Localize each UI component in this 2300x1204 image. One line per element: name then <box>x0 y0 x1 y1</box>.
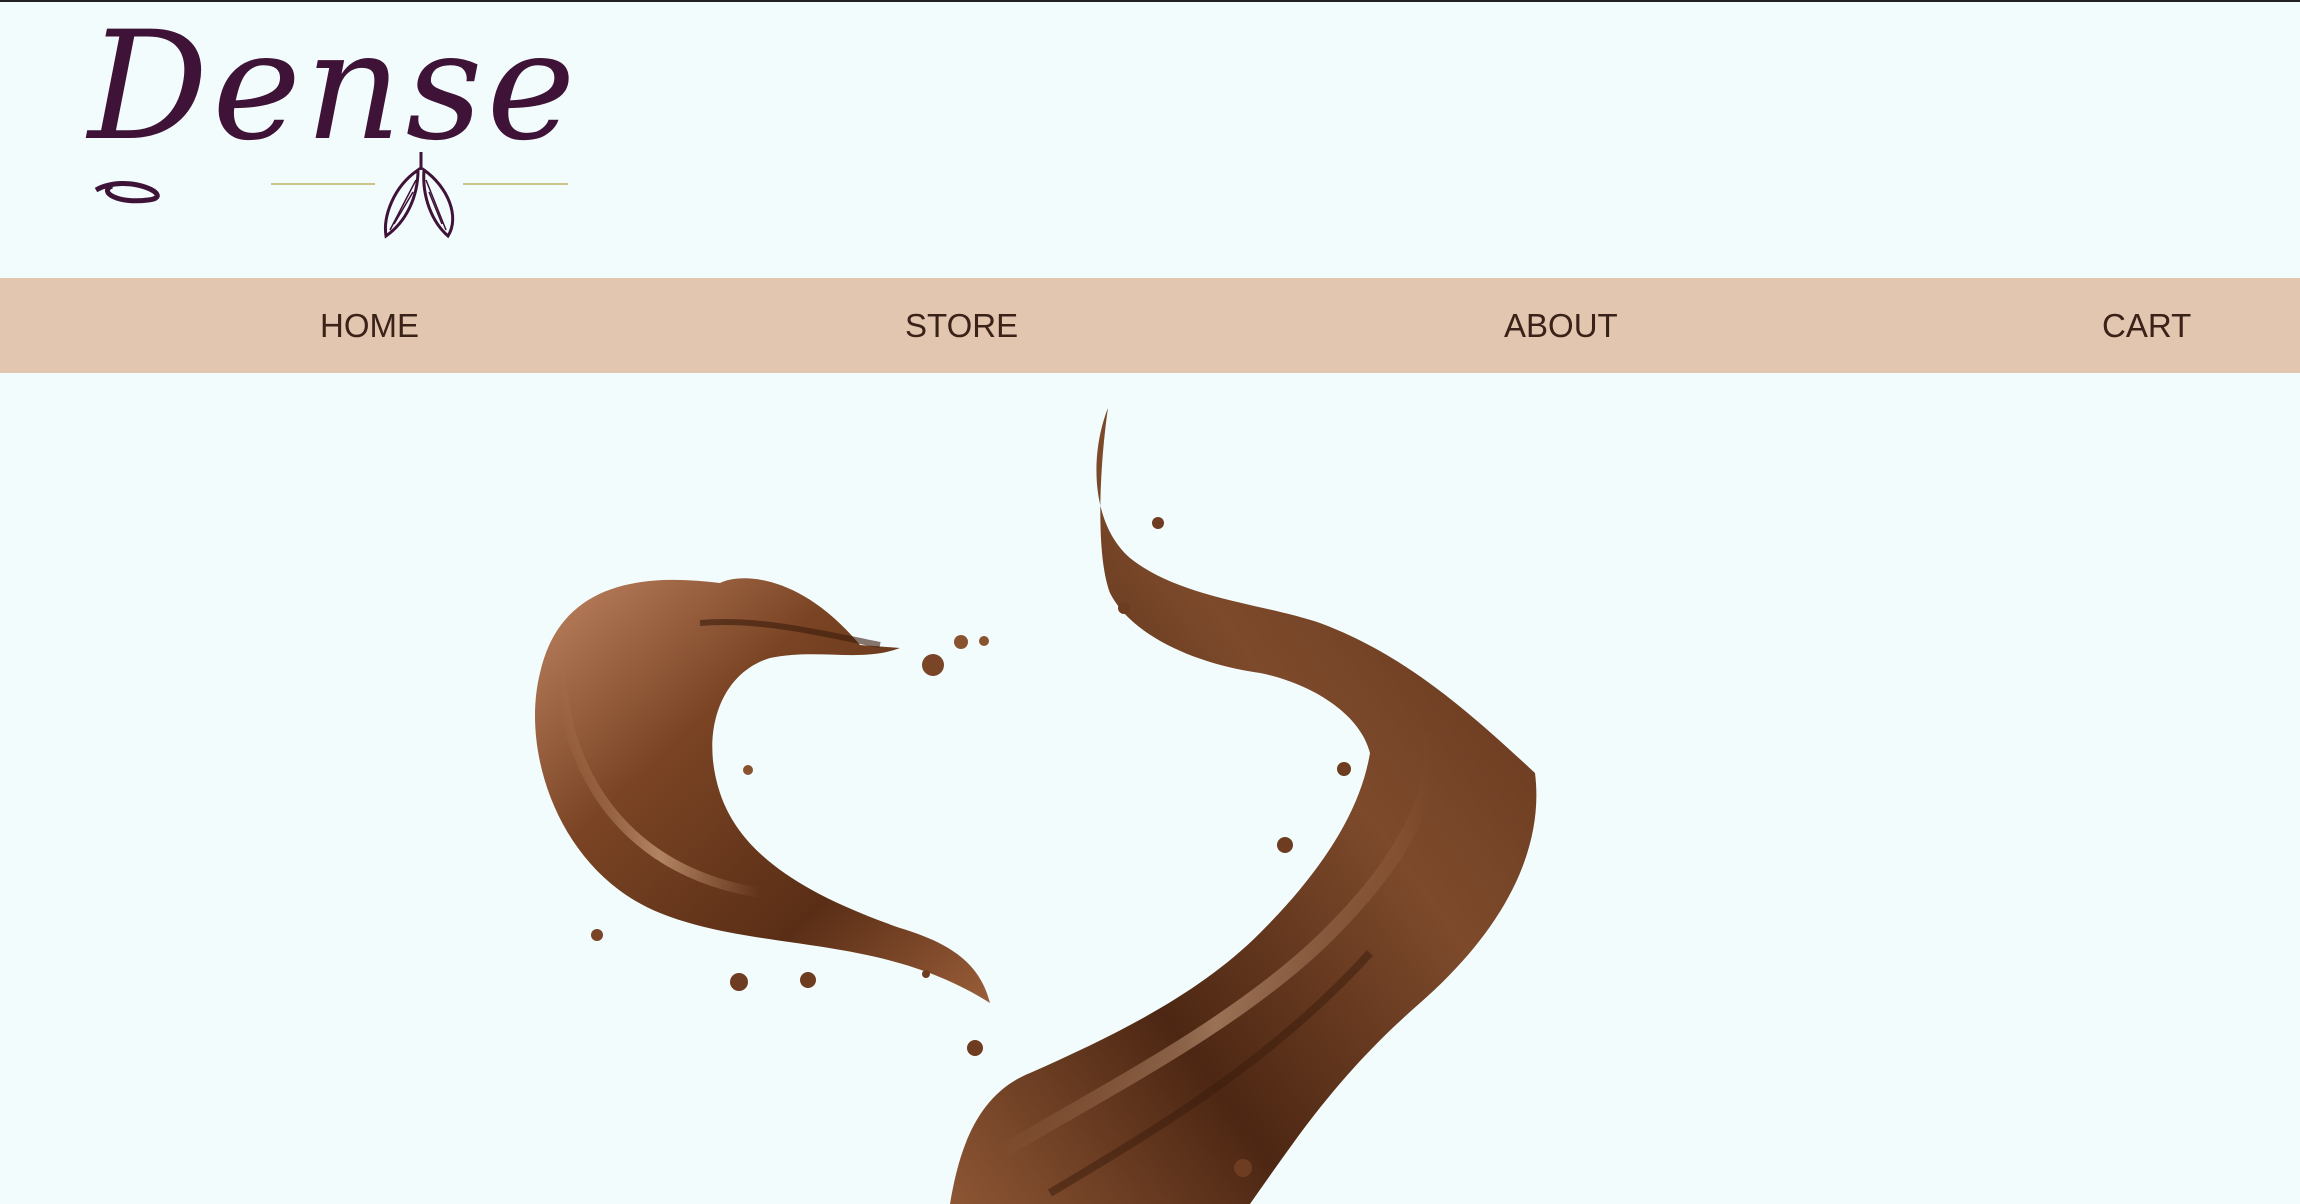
nav-store-link[interactable]: STORE <box>905 278 1018 373</box>
nav-about-link[interactable]: ABOUT <box>1504 278 1618 373</box>
brand-logo[interactable]: Dense <box>88 12 588 252</box>
hero-section <box>0 373 2300 1204</box>
site-header: Dense <box>0 2 2300 278</box>
cacao-pod-icon <box>94 152 568 239</box>
chocolate-splash-image <box>535 408 1537 1204</box>
main-navigation: HOME STORE ABOUT CART <box>0 278 2300 373</box>
page: Dense HOME STORE ABOUT CART <box>0 0 2300 1204</box>
nav-cart-link[interactable]: CART <box>2102 278 2191 373</box>
nav-home-link[interactable]: HOME <box>320 278 419 373</box>
